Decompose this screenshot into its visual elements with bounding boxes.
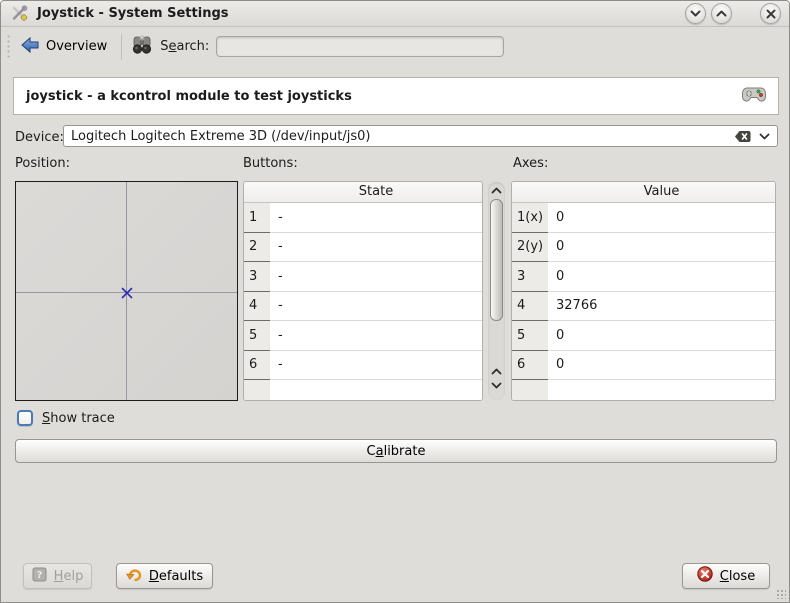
buttons-table: State 1 - 2 - 3 - 4 - 5 - 6 - — [243, 181, 483, 401]
row-number: 3 — [244, 262, 270, 292]
overview-button[interactable]: Overview — [15, 33, 117, 61]
search-label: Search: — [160, 39, 209, 54]
overview-label: Overview — [46, 39, 107, 54]
row-number: 2 — [244, 233, 270, 263]
window-title: Joystick - System Settings — [37, 6, 685, 21]
buttons-scrollbar[interactable] — [488, 182, 505, 400]
table-row: 2(y) 0 — [512, 233, 775, 263]
show-trace-checkbox[interactable] — [17, 410, 33, 426]
shade-button[interactable] — [685, 3, 706, 24]
row-number: 6 — [512, 351, 548, 381]
show-trace-label: Show trace — [42, 411, 115, 426]
combobox-dropdown-icon[interactable] — [759, 133, 770, 140]
module-title: joystick - a kcontrol module to test joy… — [26, 89, 742, 104]
titlebar[interactable]: Joystick - System Settings — [1, 1, 789, 27]
help-label: Help — [54, 569, 84, 584]
gamepad-icon — [742, 86, 766, 107]
joystick-position-marker — [121, 287, 133, 303]
table-row: 1(x) 0 — [512, 203, 775, 233]
back-arrow-icon — [21, 37, 39, 57]
axis-value: 32766 — [548, 292, 775, 322]
table-row: 3 - — [244, 262, 482, 292]
row-number: 1 — [244, 203, 270, 233]
row-number: 3 — [512, 262, 548, 292]
row-number: 5 — [512, 321, 548, 351]
system-settings-window: Joystick - System Settings Overview — [0, 0, 790, 603]
module-header: joystick - a kcontrol module to test joy… — [13, 77, 779, 115]
toolbar-separator — [121, 34, 122, 60]
table-row: 5 - — [244, 321, 482, 351]
axis-value: 0 — [548, 321, 775, 351]
binoculars-icon — [131, 34, 153, 59]
table-row: 1 - — [244, 203, 482, 233]
row-number: 1(x) — [512, 203, 548, 233]
table-row: 6 0 — [512, 351, 775, 381]
row-number: 2(y) — [512, 233, 548, 263]
table-row: 4 - — [244, 292, 482, 322]
close-label: Close — [720, 569, 755, 584]
axes-table-header: Value — [512, 182, 775, 203]
row-number: 6 — [244, 351, 270, 381]
table-row-partial — [512, 380, 775, 400]
defaults-button[interactable]: Defaults — [116, 563, 213, 589]
close-icon — [697, 566, 713, 586]
device-label: Device: — [15, 130, 64, 145]
axes-label: Axes: — [513, 156, 548, 171]
system-settings-icon — [11, 5, 28, 22]
close-button[interactable]: Close — [682, 563, 770, 589]
row-number: 4 — [512, 292, 548, 322]
axis-value: 0 — [548, 203, 775, 233]
position-label: Position: — [15, 156, 70, 171]
row-number: 4 — [244, 292, 270, 322]
table-row: 2 - — [244, 233, 482, 263]
buttons-label: Buttons: — [243, 156, 298, 171]
scroll-down-icon[interactable] — [488, 382, 505, 389]
scroll-up-icon[interactable] — [488, 368, 505, 375]
undo-icon — [126, 567, 142, 586]
defaults-label: Defaults — [149, 569, 203, 584]
table-row: 3 0 — [512, 262, 775, 292]
table-row: 6 - — [244, 351, 482, 381]
device-combobox[interactable]: Logitech Logitech Extreme 3D (/dev/input… — [63, 125, 778, 147]
svg-text:?: ? — [36, 570, 42, 581]
buttons-table-header: State — [244, 182, 482, 203]
button-state: - — [270, 262, 482, 292]
button-state: - — [270, 292, 482, 322]
window-close-button[interactable] — [760, 3, 781, 24]
axis-value: 0 — [548, 262, 775, 292]
help-button[interactable]: ? Help — [23, 563, 92, 589]
scrollbar-thumb[interactable] — [490, 199, 503, 321]
toolbar-drag-handle[interactable] — [6, 34, 11, 60]
axis-value: 0 — [548, 233, 775, 263]
clear-field-icon[interactable] — [734, 130, 751, 143]
resize-grip[interactable] — [776, 589, 786, 599]
axis-value: 0 — [548, 351, 775, 381]
maximize-button[interactable] — [711, 3, 732, 24]
device-selected-value: Logitech Logitech Extreme 3D (/dev/input… — [71, 129, 734, 144]
search-input[interactable] — [216, 36, 504, 57]
table-row: 5 0 — [512, 321, 775, 351]
table-row: 4 32766 — [512, 292, 775, 322]
button-state: - — [270, 233, 482, 263]
toolbar: Overview Search: — [1, 28, 789, 65]
button-state: - — [270, 351, 482, 381]
table-row-partial — [244, 380, 482, 400]
axes-table: Value 1(x) 0 2(y) 0 3 0 4 32766 5 0 6 0 — [511, 181, 776, 401]
calibrate-button[interactable]: Calibrate — [15, 439, 777, 463]
row-number: 5 — [244, 321, 270, 351]
help-icon: ? — [32, 567, 47, 586]
button-state: - — [270, 321, 482, 351]
position-pad — [15, 181, 238, 401]
scroll-up-icon[interactable] — [488, 187, 505, 194]
button-state: - — [270, 203, 482, 233]
show-trace-row: Show trace — [17, 410, 115, 426]
